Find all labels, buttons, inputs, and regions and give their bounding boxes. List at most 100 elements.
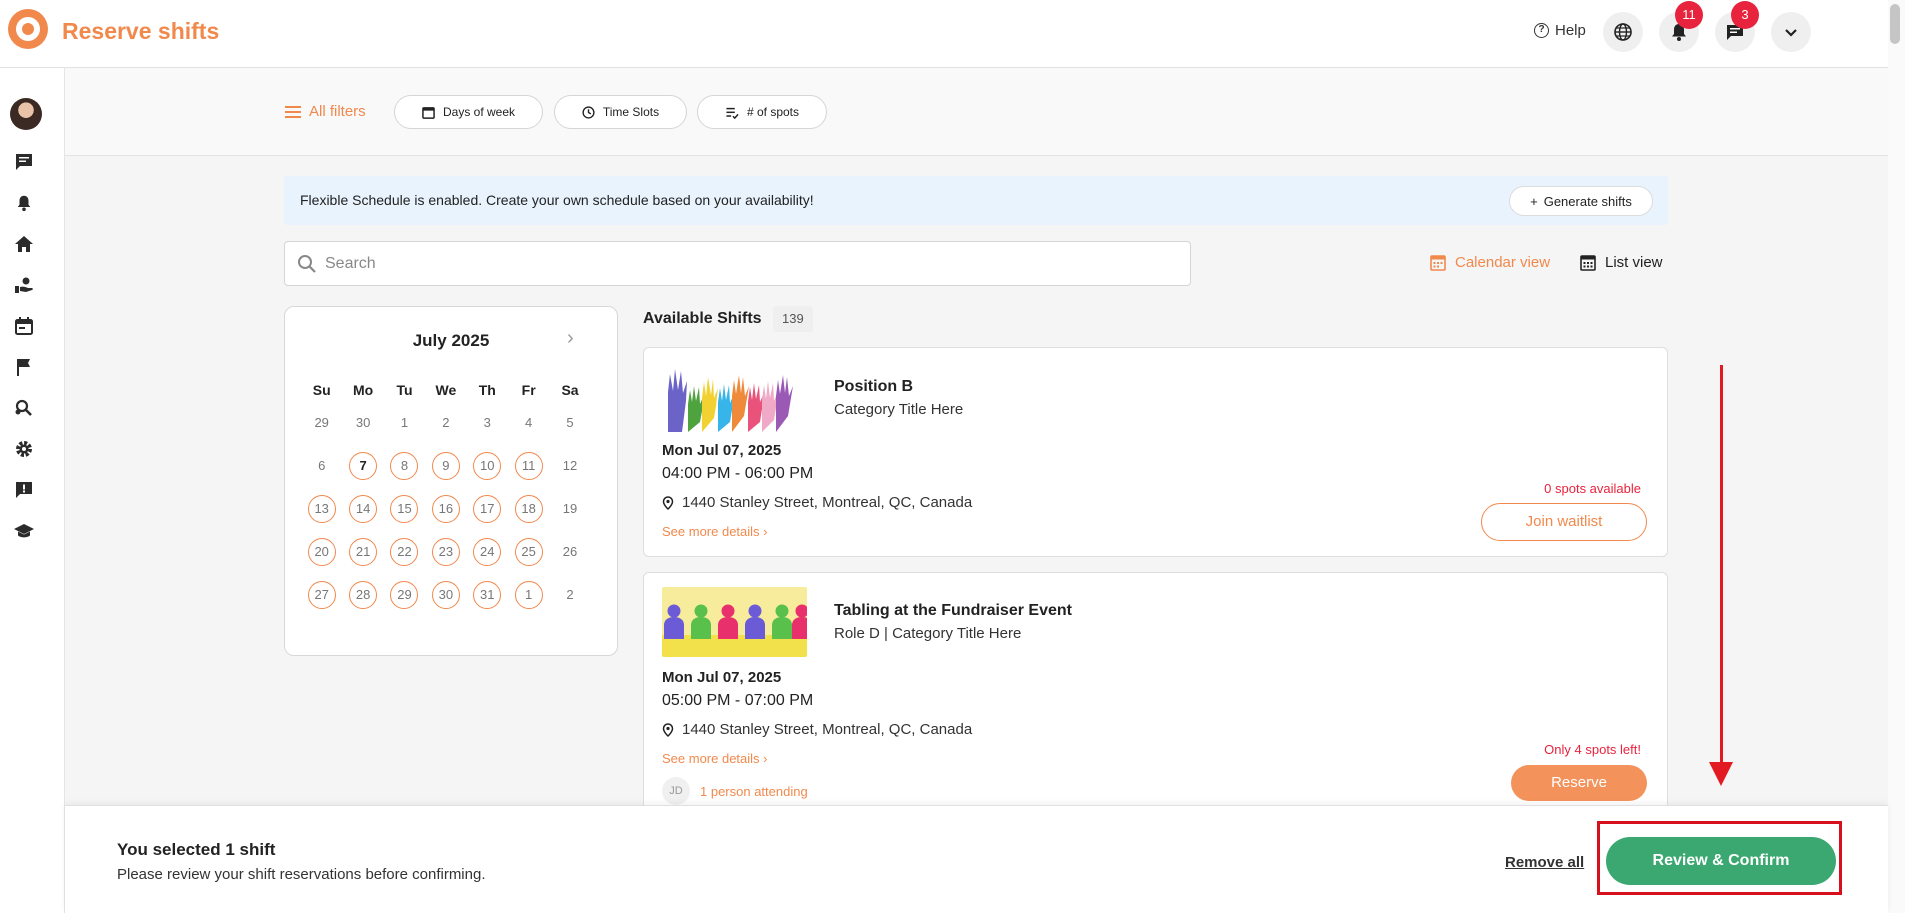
shift-image-people	[662, 587, 807, 657]
account-menu-button[interactable]	[1771, 12, 1811, 52]
calendar-day-cell: 28	[342, 580, 383, 609]
calendar-day-cell: 13	[301, 494, 342, 523]
messages-badge: 3	[1731, 1, 1759, 29]
sidebar-volunteer-icon[interactable]	[14, 275, 34, 295]
shift-card[interactable]: Tabling at the Fundraiser Event Role D |…	[643, 572, 1668, 805]
calendar-day[interactable]: 29	[390, 580, 419, 609]
generate-shifts-button[interactable]: + Generate shifts	[1509, 186, 1653, 216]
calendar-day: 6	[318, 457, 326, 473]
calendar-day-cell: 19	[549, 495, 590, 523]
calendar-day[interactable]: 14	[349, 494, 378, 523]
calendar-day-cell: 16	[425, 494, 466, 523]
calendar-day[interactable]: 10	[473, 451, 502, 480]
calendar-day[interactable]: 27	[307, 580, 336, 609]
shift-date: Mon Jul 07, 2025	[662, 442, 782, 459]
calendar-view-toggle[interactable]: Calendar view	[1430, 254, 1550, 271]
top-bar: Reserve shifts ? Help 11 3	[0, 0, 1888, 68]
available-shifts-count: 139	[773, 306, 813, 332]
sidebar-calendar-icon[interactable]	[14, 316, 34, 336]
shift-title: Tabling at the Fundraiser Event	[834, 602, 1072, 619]
calendar-day-cell: 1	[384, 409, 425, 437]
calendar-day-cell: 7	[342, 451, 383, 480]
calendar-day-cell: 12	[549, 452, 590, 480]
calendar-day-cell: 2	[549, 581, 590, 609]
search-input[interactable]	[325, 253, 1165, 275]
calendar-day: 12	[562, 457, 578, 473]
plus-icon: +	[1530, 193, 1538, 209]
shift-image-hands	[662, 362, 807, 432]
sidebar-messages-icon[interactable]	[14, 152, 34, 172]
days-of-week-filter[interactable]: Days of week	[394, 95, 543, 129]
sidebar-flag-icon[interactable]	[14, 357, 34, 377]
sidebar-home-icon[interactable]	[14, 234, 34, 254]
calendar-day[interactable]: 13	[307, 494, 336, 523]
reserve-button[interactable]: Reserve	[1511, 765, 1647, 801]
calendar-day: 2	[442, 414, 450, 430]
attending-count[interactable]: 1 person attending	[700, 784, 808, 799]
calendar-day[interactable]: 22	[390, 537, 419, 566]
calendar-day[interactable]: 23	[431, 537, 460, 566]
calendar-day-cell: 10	[467, 451, 508, 480]
calendar-grid: Su Mo Tu We Th Fr Sa 29 30 1 2 3 4 5 6 7 8 9 10 11 12 13 14 15…	[301, 379, 591, 616]
messages-button[interactable]: 3	[1715, 1, 1759, 52]
sidebar	[0, 68, 65, 913]
avatar[interactable]	[10, 98, 42, 130]
calendar-day[interactable]: 25	[514, 537, 543, 566]
calendar-day[interactable]: 30	[431, 580, 460, 609]
calendar-day: 29	[314, 414, 329, 430]
sidebar-feedback-icon[interactable]	[14, 480, 34, 500]
calendar-day: 1	[400, 414, 409, 430]
help-link[interactable]: ? Help	[1534, 22, 1586, 39]
help-label: Help	[1555, 22, 1586, 39]
sidebar-training-icon[interactable]	[14, 521, 34, 541]
calendar-day[interactable]: 20	[307, 537, 336, 566]
calendar-day-cell: 2	[425, 409, 466, 437]
see-more-details-link[interactable]: See more details ›	[662, 751, 768, 766]
list-view-label: List view	[1605, 254, 1663, 271]
time-slots-label: Time Slots	[602, 105, 660, 119]
calendar-day[interactable]: 18	[514, 494, 543, 523]
calendar-day[interactable]: 31	[473, 580, 502, 609]
calendar-day[interactable]: 28	[349, 580, 378, 609]
shift-location-text: 1440 Stanley Street, Montreal, QC, Canad…	[682, 721, 973, 738]
calendar-weekday: Mo	[352, 382, 374, 398]
notifications-button[interactable]: 11	[1659, 1, 1703, 52]
calendar-day[interactable]: 11	[514, 451, 543, 480]
calendar-day[interactable]: 1	[514, 580, 543, 609]
calendar-day-cell: 20	[301, 537, 342, 566]
sidebar-bell-icon[interactable]	[14, 193, 34, 213]
calendar-day-cell: 25	[508, 537, 549, 566]
calendar-weekday: Tu	[396, 382, 413, 398]
calendar-day[interactable]: 15	[390, 494, 419, 523]
calendar-day[interactable]: 16	[431, 494, 460, 523]
calendar-weekday: Fr	[521, 382, 536, 398]
all-filters-label: All filters	[309, 103, 366, 120]
sidebar-search-people-icon[interactable]	[14, 398, 34, 418]
calendar-day[interactable]: 24	[473, 537, 502, 566]
calendar-day[interactable]: 7	[349, 451, 378, 480]
all-filters-button[interactable]: All filters	[285, 103, 366, 120]
time-slots-filter[interactable]: Time Slots	[554, 95, 687, 129]
page-scrollbar[interactable]	[1888, 0, 1905, 913]
sidebar-gear-icon[interactable]	[14, 439, 34, 459]
scrollbar-thumb[interactable]	[1890, 4, 1900, 44]
generate-shifts-label: Generate shifts	[1543, 193, 1632, 209]
calendar-day[interactable]: 21	[349, 537, 378, 566]
spots-filter[interactable]: # of spots	[697, 95, 827, 129]
calendar-weekday: We	[435, 382, 457, 398]
calendar-day[interactable]: 9	[431, 451, 460, 480]
location-pin-icon	[662, 495, 674, 510]
spots-label: # of spots	[746, 105, 800, 119]
language-button[interactable]	[1603, 12, 1643, 52]
page-title: Reserve shifts	[62, 18, 220, 44]
join-waitlist-button[interactable]: Join waitlist	[1481, 503, 1647, 541]
calendar-day[interactable]: 17	[473, 494, 502, 523]
calendar-day: 5	[566, 414, 574, 430]
clock-icon	[582, 105, 595, 119]
list-view-toggle[interactable]: List view	[1580, 254, 1663, 271]
see-more-details-link[interactable]: See more details ›	[662, 524, 768, 539]
calendar-day[interactable]: 8	[390, 451, 419, 480]
next-month-chevron-icon[interactable]: ›	[567, 327, 574, 350]
remove-all-link[interactable]: Remove all	[1505, 854, 1584, 871]
shift-card[interactable]: Position B Category Title Here Mon Jul 0…	[643, 347, 1668, 557]
